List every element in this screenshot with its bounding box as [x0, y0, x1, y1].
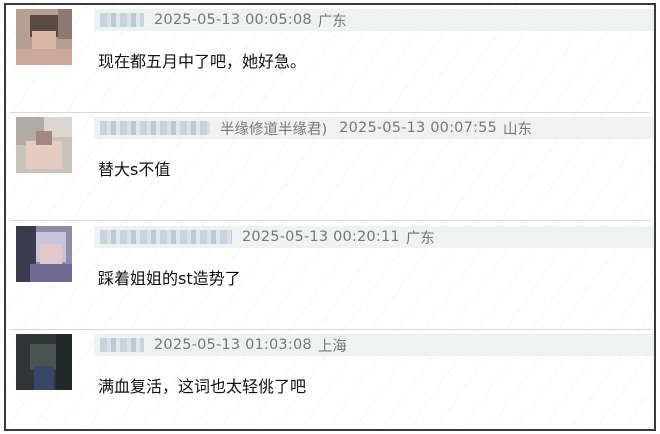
location: 山东	[502, 121, 532, 138]
comment-text: 现在都五月中了吧，她好急。	[98, 52, 307, 71]
username[interactable]	[100, 13, 144, 27]
username[interactable]	[100, 230, 232, 244]
comment-meta: 2025-05-13 00:20:11 广东	[94, 226, 654, 248]
avatar[interactable]	[16, 226, 72, 282]
comment-text: 替大s不值	[98, 160, 171, 179]
timestamp: 2025-05-13 00:05:08	[154, 12, 312, 28]
comment-text: 满血复活，这词也太轻佻了吧	[98, 377, 307, 396]
location: 广东	[405, 230, 435, 247]
location: 广东	[317, 13, 347, 30]
username[interactable]	[100, 121, 210, 135]
comment-item: 2025-05-13 00:20:11 广东 踩着姐姐的st造势了	[6, 222, 654, 330]
avatar[interactable]	[16, 117, 72, 173]
comment-item: 2025-05-13 00:05:08 广东 现在都五月中了吧，她好急。	[6, 5, 654, 113]
avatar[interactable]	[16, 9, 72, 65]
comment-item: 半缘修道半缘君) 2025-05-13 00:07:55 山东 替大s不值	[6, 113, 654, 221]
comment-meta: 2025-05-13 01:03:08 上海	[94, 334, 654, 356]
divider	[10, 220, 650, 221]
username[interactable]	[100, 338, 144, 352]
comment-item: 2025-05-13 01:03:08 上海 满血复活，这词也太轻佻了吧	[6, 330, 654, 429]
avatar[interactable]	[16, 334, 72, 390]
location: 上海	[317, 338, 347, 355]
timestamp: 2025-05-13 00:07:55	[339, 120, 497, 136]
comment-text: 踩着姐姐的st造势了	[98, 269, 241, 288]
comment-panel: 2025-05-13 00:05:08 广东 现在都五月中了吧，她好急。 半缘修…	[4, 3, 656, 431]
timestamp: 2025-05-13 01:03:08	[154, 337, 312, 353]
timestamp: 2025-05-13 00:20:11	[242, 229, 400, 245]
comment-meta: 2025-05-13 00:05:08 广东	[94, 9, 654, 31]
username-suffix: 半缘修道半缘君)	[220, 121, 328, 138]
comment-meta: 半缘修道半缘君) 2025-05-13 00:07:55 山东	[94, 117, 654, 139]
